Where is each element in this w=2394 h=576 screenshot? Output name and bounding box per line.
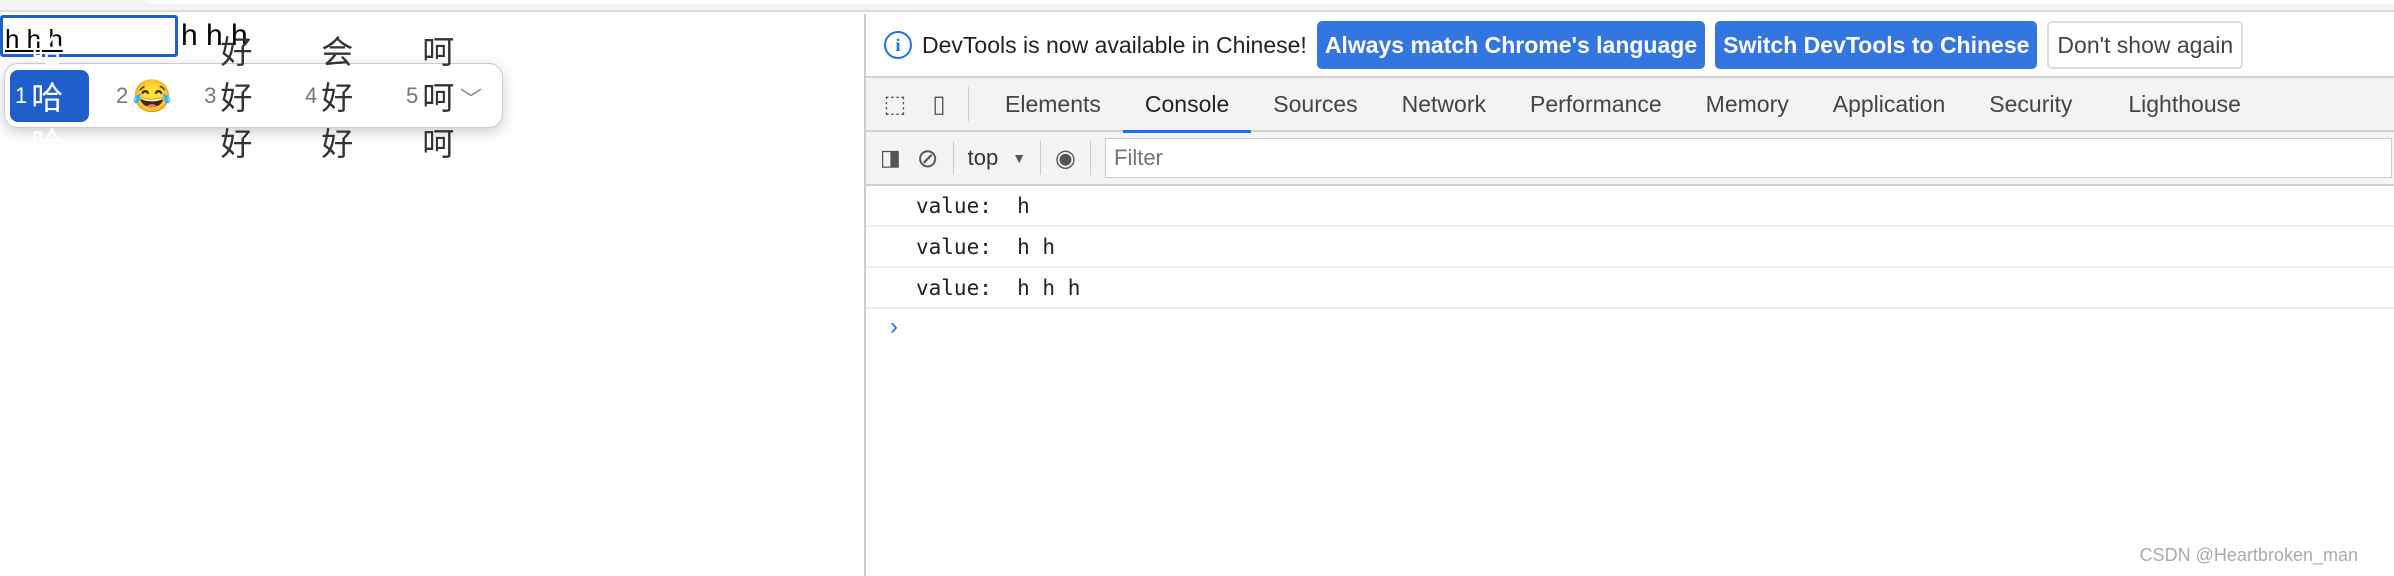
eye-icon[interactable]: ◉ bbox=[1055, 144, 1076, 173]
ime-candidate-bar: 1 哈哈哈 2 😂 3 好好好 4 会好好 5 呵呵呵 ﹀ bbox=[4, 34, 503, 162]
console-message: value: h h h bbox=[866, 268, 2394, 309]
infobar-message: DevTools is now available in Chinese! bbox=[922, 31, 1307, 58]
tab-elements[interactable]: Elements bbox=[983, 77, 1123, 131]
tab-network[interactable]: Network bbox=[1380, 77, 1508, 131]
candidate-number: 4 bbox=[305, 82, 318, 108]
divider bbox=[968, 87, 969, 121]
candidate-text: 会好好 bbox=[321, 33, 354, 162]
tab-memory[interactable]: Memory bbox=[1684, 77, 1811, 131]
info-icon: i bbox=[884, 31, 912, 59]
inspect-element-icon[interactable]: ⬚ bbox=[880, 90, 910, 119]
candidate-number: 2 bbox=[115, 82, 129, 108]
candidate-text: 😂 bbox=[132, 77, 173, 114]
context-selector[interactable]: top bbox=[968, 145, 999, 171]
console-message: value: h bbox=[866, 186, 2394, 227]
devtools-panel: i DevTools is now available in Chinese! … bbox=[864, 14, 2394, 576]
dont-show-again-button[interactable]: Don't show again bbox=[2047, 21, 2244, 69]
candidate-number: 3 bbox=[204, 82, 217, 108]
candidate-number: 5 bbox=[406, 82, 419, 108]
address-bar-edge bbox=[140, 0, 2394, 4]
language-infobar: i DevTools is now available in Chinese! … bbox=[866, 14, 2394, 78]
watermark: CSDN @Heartbroken_man bbox=[2139, 545, 2358, 565]
divider bbox=[1090, 141, 1091, 175]
tab-application[interactable]: Application bbox=[1811, 77, 1968, 131]
sidebar-toggle-icon[interactable]: ◨ bbox=[880, 145, 901, 171]
console-message: value: h h bbox=[866, 227, 2394, 268]
filter-input[interactable] bbox=[1105, 138, 2392, 178]
divider bbox=[1040, 141, 1042, 175]
console-toolbar: ◨ ⊘ top ▼ ◉ bbox=[866, 132, 2394, 186]
chevron-down-icon[interactable]: ﹀ bbox=[460, 82, 482, 114]
tab-sources[interactable]: Sources bbox=[1251, 77, 1379, 131]
ime-candidate[interactable]: 4 会好好 bbox=[300, 34, 379, 162]
device-toolbar-icon[interactable]: ▯ bbox=[924, 90, 954, 119]
tab-console[interactable]: Console bbox=[1122, 77, 1252, 133]
ime-candidate[interactable]: 2 😂 bbox=[111, 70, 177, 122]
caret-down-icon[interactable]: ▼ bbox=[1012, 150, 1026, 166]
tab-performance[interactable]: Performance bbox=[1508, 77, 1684, 131]
divider bbox=[952, 141, 954, 175]
candidate-number: 1 bbox=[15, 82, 28, 108]
text-input[interactable]: h h h bbox=[0, 15, 178, 57]
candidate-text: 哈哈哈 bbox=[31, 33, 64, 162]
switch-to-chinese-button[interactable]: Switch DevTools to Chinese bbox=[1715, 21, 2038, 69]
ime-candidate[interactable]: 3 好好好 bbox=[199, 34, 278, 162]
always-match-language-button[interactable]: Always match Chrome's language bbox=[1316, 21, 1706, 69]
tab-lighthouse[interactable]: Lighthouse bbox=[2106, 77, 2263, 131]
console-prompt[interactable]: › bbox=[866, 313, 2394, 341]
browser-top-strip bbox=[0, 0, 2394, 12]
tab-security[interactable]: Security bbox=[1967, 77, 2094, 131]
clear-console-icon[interactable]: ⊘ bbox=[917, 143, 939, 174]
candidate-text: 好好好 bbox=[220, 33, 253, 162]
ime-candidate[interactable]: 1 哈哈哈 bbox=[10, 34, 89, 162]
devtools-tabbar: ⬚ ▯ Elements Console Sources Network Per… bbox=[866, 77, 2394, 133]
